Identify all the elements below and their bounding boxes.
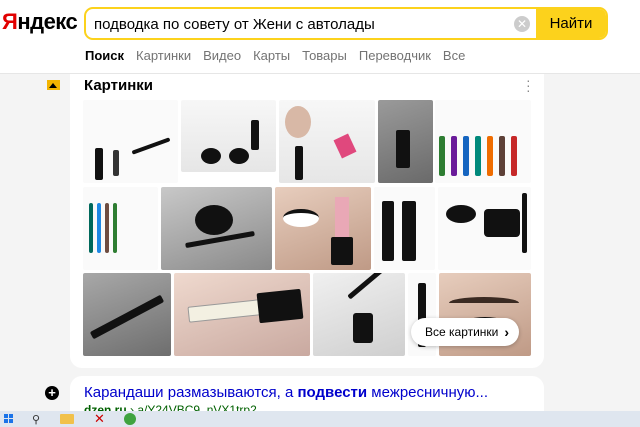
tab-translator[interactable]: Переводчик: [359, 48, 431, 66]
images-block-title[interactable]: Картинки: [84, 77, 153, 94]
taskbar-search-icon[interactable]: ⚲: [32, 413, 40, 426]
windows-start-icon[interactable]: [4, 414, 14, 424]
file-explorer-icon[interactable]: [60, 414, 74, 424]
image-thumb[interactable]: [174, 273, 310, 356]
image-thumb[interactable]: [275, 187, 371, 270]
app-green-icon[interactable]: [124, 413, 136, 425]
result-title-link[interactable]: Карандаши размазываются, а подвести межр…: [84, 384, 488, 401]
image-thumb[interactable]: [313, 273, 405, 356]
image-thumb[interactable]: [435, 100, 531, 183]
result-title-highlight: подвести: [297, 384, 368, 401]
taskbar: ⚲ ✕: [0, 411, 640, 427]
chevron-right-icon: ›: [504, 324, 509, 340]
all-images-button[interactable]: Все картинки ›: [411, 318, 519, 346]
result-title-part: Карандаши размазываются, а: [84, 384, 298, 401]
image-thumb[interactable]: [374, 187, 435, 270]
image-thumb[interactable]: [378, 100, 433, 183]
header: Яндекс ✕ Найти Поиск Картинки Видео Карт…: [0, 0, 640, 74]
image-thumb[interactable]: [83, 100, 178, 183]
app-x-icon[interactable]: ✕: [94, 411, 105, 427]
find-button[interactable]: Найти: [536, 9, 606, 38]
more-options-icon[interactable]: · · ·: [526, 73, 532, 97]
tab-images[interactable]: Картинки: [136, 48, 191, 66]
image-thumb[interactable]: [181, 100, 276, 172]
logo-rest: ндекс: [17, 9, 78, 34]
search-input[interactable]: [94, 14, 514, 34]
tab-video[interactable]: Видео: [203, 48, 241, 66]
plus-icon[interactable]: +: [45, 386, 59, 400]
tab-search[interactable]: Поиск: [85, 48, 124, 66]
tab-maps[interactable]: Карты: [253, 48, 290, 66]
search-tabs: Поиск Картинки Видео Карты Товары Перево…: [85, 48, 465, 66]
logo-red-letter: Я: [2, 9, 18, 34]
close-icon[interactable]: ✕: [514, 16, 530, 32]
image-thumb[interactable]: [83, 273, 171, 356]
image-icon: [47, 80, 60, 90]
tab-goods[interactable]: Товары: [302, 48, 347, 66]
browser-page: Яндекс ✕ Найти Поиск Картинки Видео Карт…: [0, 0, 640, 427]
image-thumb[interactable]: [279, 100, 375, 183]
tab-all[interactable]: Все: [443, 48, 465, 66]
image-thumb[interactable]: [438, 187, 531, 270]
search-box: ✕ Найти: [84, 7, 608, 40]
image-thumb[interactable]: [83, 187, 158, 270]
yandex-logo[interactable]: Яндекс: [2, 9, 78, 34]
all-images-label: Все картинки: [425, 325, 499, 339]
result-title-part: межресничную...: [367, 384, 489, 401]
image-thumb[interactable]: [161, 187, 272, 270]
